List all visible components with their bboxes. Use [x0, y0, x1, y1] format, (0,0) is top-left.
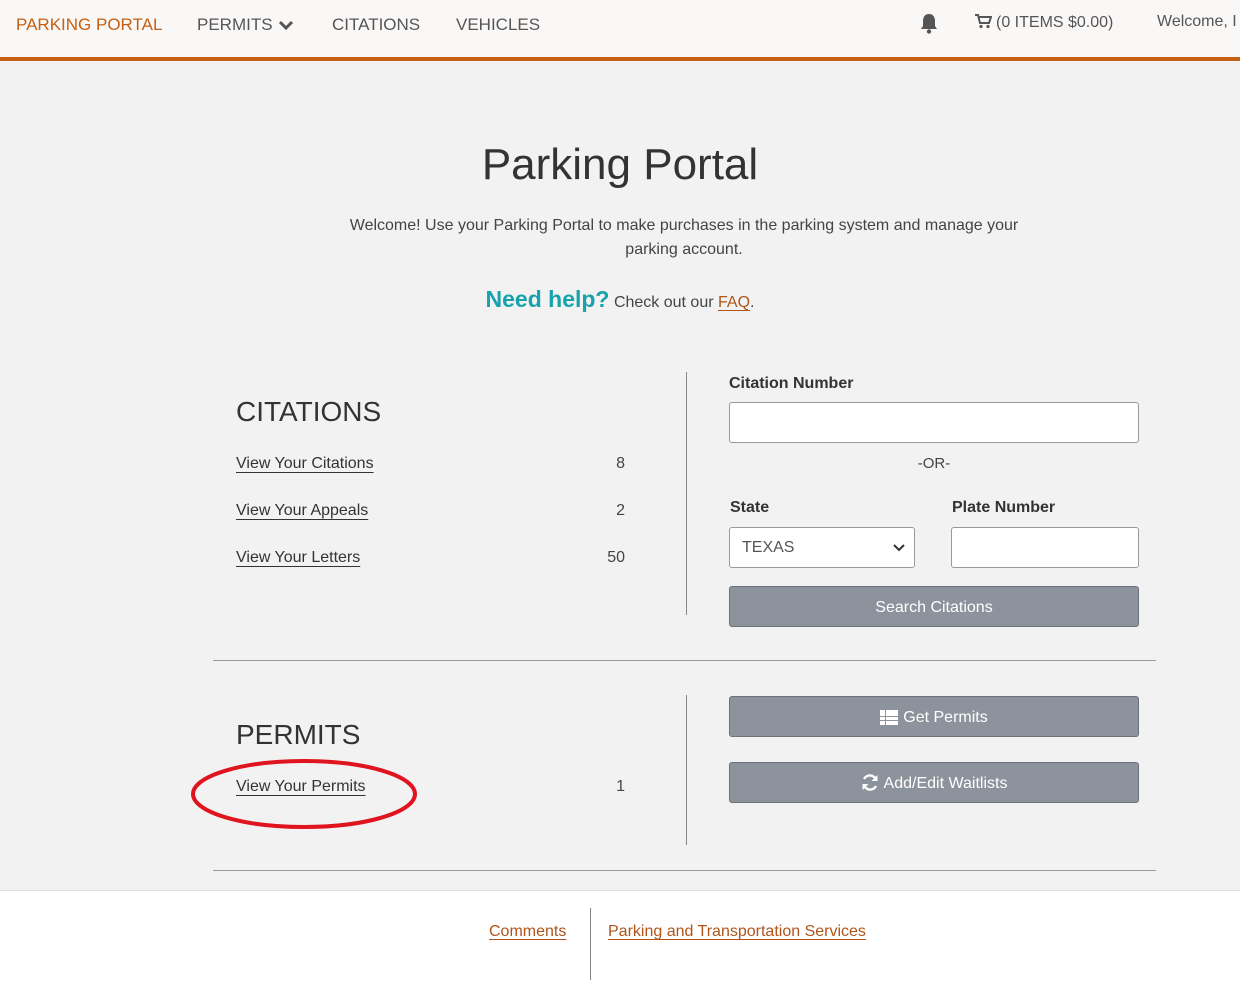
help-period: .	[750, 294, 755, 311]
top-nav: PARKING PORTAL PERMITS CITATIONS VEHICLE…	[0, 0, 1240, 61]
or-separator: -OR-	[917, 455, 951, 472]
cart-summary: (0 ITEMS $0.00)	[996, 14, 1114, 31]
view-citations-link[interactable]: View Your Citations	[236, 455, 374, 473]
welcome-user-menu[interactable]: Welcome, I	[1157, 13, 1237, 31]
citations-divider	[686, 372, 687, 615]
nav-permits[interactable]: PERMITS	[197, 15, 294, 36]
permits-count: 1	[616, 778, 625, 795]
add-edit-waitlists-label: Add/Edit Waitlists	[883, 775, 1008, 792]
footer: Comments Parking and Transportation Serv…	[0, 890, 1240, 1008]
chevron-down-icon	[278, 16, 294, 36]
citations-count: 8	[616, 455, 625, 472]
plate-number-input[interactable]	[951, 527, 1139, 568]
get-permits-button[interactable]: Get Permits	[729, 696, 1139, 737]
bell-icon[interactable]	[919, 12, 939, 34]
view-appeals-link[interactable]: View Your Appeals	[236, 502, 368, 520]
intro-text: Welcome! Use your Parking Portal to make…	[349, 217, 1019, 258]
pts-link[interactable]: Parking and Transportation Services	[608, 923, 866, 941]
letters-count: 50	[607, 549, 625, 566]
section-divider-bottom	[213, 870, 1156, 871]
get-permits-label: Get Permits	[903, 709, 988, 726]
view-letters-link[interactable]: View Your Letters	[236, 549, 360, 567]
search-citations-button[interactable]: Search Citations	[729, 586, 1139, 627]
nav-parking-portal[interactable]: PARKING PORTAL	[16, 15, 162, 35]
appeals-count: 2	[616, 502, 625, 519]
faq-link[interactable]: FAQ	[718, 294, 750, 311]
nav-citations[interactable]: CITATIONS	[332, 15, 420, 35]
nav-permits-label: PERMITS	[197, 15, 273, 34]
help-line: Need help? Check out our FAQ.	[0, 286, 1240, 313]
refresh-icon	[862, 774, 878, 791]
citation-number-label: Citation Number	[729, 375, 854, 392]
cart-icon	[974, 14, 996, 31]
section-divider	[213, 660, 1156, 661]
comments-link[interactable]: Comments	[489, 923, 566, 941]
view-permits-link[interactable]: View Your Permits	[236, 778, 366, 796]
help-text: Check out our	[613, 294, 714, 311]
need-help-heading: Need help?	[485, 286, 610, 312]
permits-divider	[686, 695, 687, 845]
plate-number-label: Plate Number	[952, 499, 1056, 516]
citations-heading: CITATIONS	[236, 396, 382, 427]
nav-vehicles[interactable]: VEHICLES	[456, 15, 540, 35]
table-icon	[880, 710, 899, 725]
state-selected-value: TEXAS	[742, 539, 795, 556]
footer-divider	[590, 908, 591, 980]
state-label: State	[730, 499, 770, 516]
cart-link[interactable]: (0 ITEMS $0.00)	[974, 13, 1113, 32]
permits-heading: PERMITS	[236, 719, 361, 750]
select-chevron-icon	[893, 544, 905, 552]
page-title: Parking Portal	[481, 140, 759, 189]
citation-number-input[interactable]	[729, 402, 1139, 443]
add-edit-waitlists-button[interactable]: Add/Edit Waitlists	[729, 762, 1139, 803]
state-select[interactable]: TEXAS	[729, 527, 915, 568]
